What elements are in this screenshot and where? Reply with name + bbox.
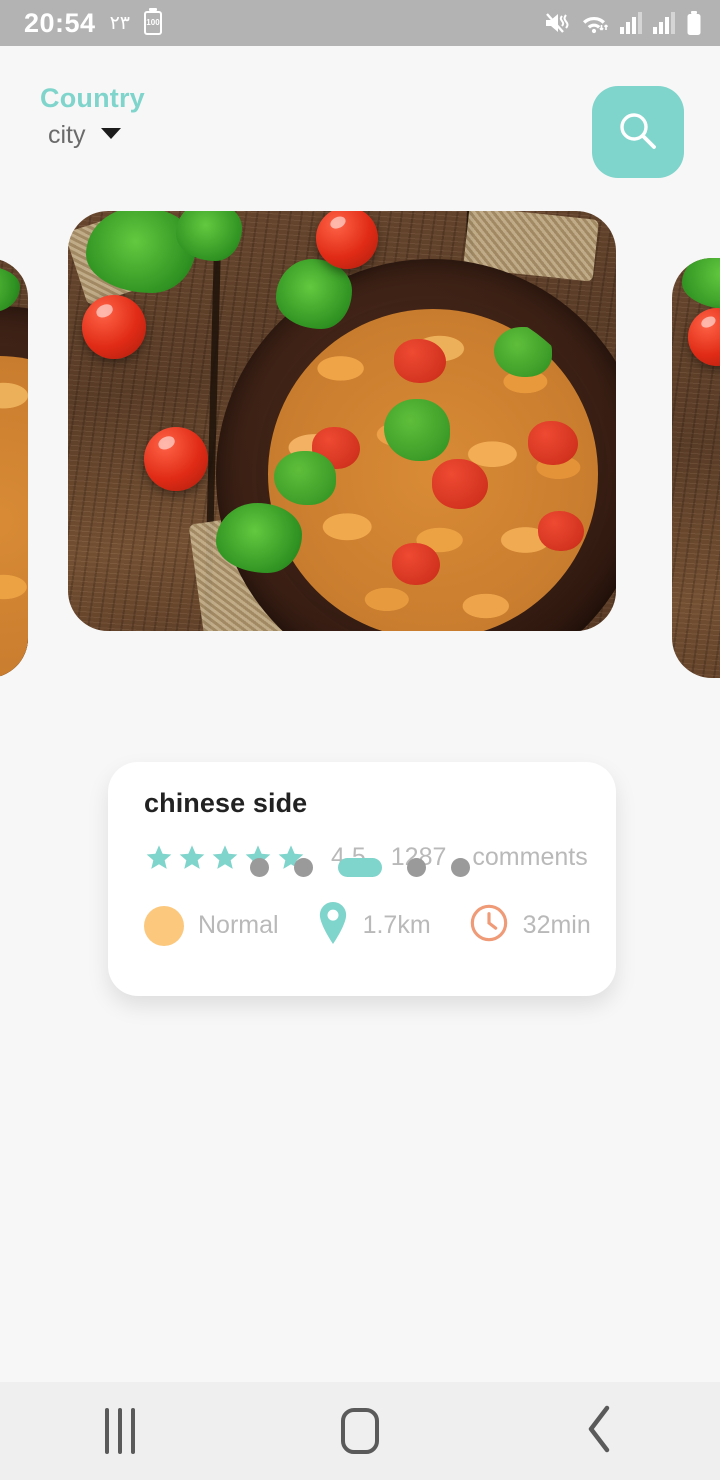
battery-icon	[686, 10, 702, 36]
country-label: Country	[40, 83, 145, 113]
signal-bars-icon	[620, 11, 642, 35]
mute-vibrate-icon	[544, 11, 570, 35]
food-photo-next	[672, 258, 720, 678]
pager-dot-3-active[interactable]	[338, 858, 382, 877]
pager-dot-4[interactable]	[407, 858, 426, 877]
meta-row: Normal 1.7km 32min	[144, 902, 591, 949]
battery-100-icon: 100	[143, 11, 162, 35]
home-button[interactable]	[240, 1382, 480, 1480]
city-dropdown[interactable]: city	[40, 120, 145, 149]
location-pin-icon	[317, 902, 349, 949]
restaurant-name: chinese side	[144, 788, 308, 818]
pager-dot-1[interactable]	[250, 858, 269, 877]
pasta-bowl	[216, 259, 616, 631]
android-navigation-bar	[0, 1382, 720, 1480]
carousel-card-active[interactable]	[68, 211, 616, 631]
cherry-tomato-bottom	[144, 427, 208, 491]
status-bar-left: 20:54 ٢٣ 100	[24, 7, 162, 38]
city-label: city	[48, 120, 86, 149]
wifi-icon	[581, 11, 609, 35]
parsley-sprig-center	[276, 259, 352, 329]
carousel-card-next[interactable]	[672, 258, 720, 678]
duration-item: 32min	[469, 903, 591, 948]
search-icon	[615, 108, 661, 157]
price-level-label: Normal	[198, 911, 279, 939]
restaurant-carousel[interactable]: chinese side 4.5 1287 comments Normal 1.…	[0, 211, 720, 996]
back-chevron-icon	[583, 1404, 617, 1459]
recents-icon	[105, 1408, 135, 1454]
price-level-dot-icon	[144, 905, 184, 946]
location-selector[interactable]: Country city	[40, 83, 145, 149]
carousel-card-previous[interactable]	[0, 258, 28, 678]
status-bar: 20:54 ٢٣ 100	[0, 0, 720, 46]
chevron-down-icon	[100, 126, 122, 145]
food-photo-active	[68, 211, 616, 631]
signal-bars-2-icon	[653, 11, 675, 35]
home-icon	[341, 1408, 379, 1454]
price-level-item: Normal	[144, 905, 279, 946]
distance-label: 1.7km	[362, 911, 431, 939]
cherry-tomato-top-right	[316, 211, 378, 269]
back-button[interactable]	[480, 1382, 720, 1480]
status-arabic-badge: ٢٣	[109, 11, 130, 34]
status-bar-right	[544, 10, 702, 36]
distance-item: 1.7km	[317, 902, 431, 949]
status-time: 20:54	[24, 7, 96, 38]
battery-100-label: 100	[146, 18, 160, 27]
carousel-pager[interactable]	[0, 858, 720, 877]
restaurant-info-card[interactable]: chinese side 4.5 1287 comments Normal 1.…	[108, 762, 616, 996]
pager-dot-2[interactable]	[294, 858, 313, 877]
recents-button[interactable]	[0, 1382, 240, 1480]
duration-label: 32min	[522, 911, 591, 939]
search-button[interactable]	[592, 86, 684, 178]
app-header: Country city	[0, 46, 720, 201]
pager-dot-5[interactable]	[451, 858, 470, 877]
food-photo-previous	[0, 258, 28, 678]
clock-icon	[469, 903, 509, 948]
cherry-tomato-left	[82, 295, 146, 359]
